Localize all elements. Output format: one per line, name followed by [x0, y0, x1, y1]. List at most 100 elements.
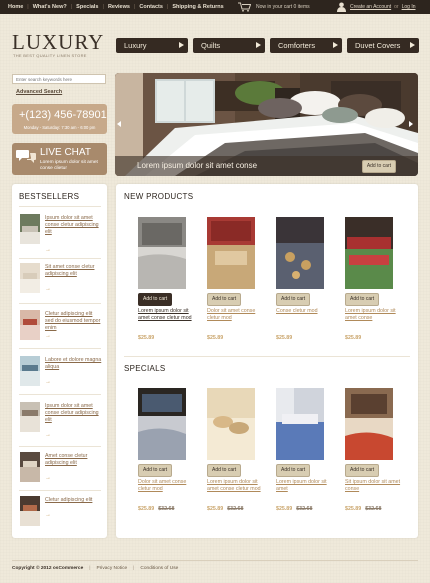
- product-image[interactable]: [345, 388, 393, 460]
- product-name-link[interactable]: Lorem ipsum dolor sit amet conse cletur …: [207, 479, 263, 493]
- bestseller-item[interactable]: Ipsum dolor sit amet conse cletur adipis…: [20, 214, 102, 262]
- chevron-right-icon: [333, 42, 338, 48]
- bestseller-name[interactable]: Ipsum dolor sit amet conse cletur adipis…: [45, 215, 102, 236]
- bestseller-item[interactable]: Ipsum dolor sit amet conse cletur adipis…: [20, 402, 102, 450]
- product-thumbnail[interactable]: [20, 496, 40, 526]
- arrow-right-icon[interactable]: →: [45, 475, 51, 481]
- product-thumbnail[interactable]: [20, 310, 40, 340]
- product-image[interactable]: [345, 217, 393, 289]
- product-price: $25.89: [207, 335, 224, 341]
- product-name-link[interactable]: Conse cletur mod: [276, 308, 332, 315]
- conditions-of-use-link[interactable]: Conditions of Use: [140, 566, 178, 571]
- cart-summary[interactable]: Now in your cart 0 items: [238, 2, 310, 12]
- create-account-link[interactable]: Create an Account: [350, 4, 391, 10]
- old-price: $32.68: [365, 506, 382, 512]
- nav-contacts-link[interactable]: Contacts: [139, 4, 163, 10]
- product-name-link[interactable]: Dolor sit amet conse cletur mod: [207, 308, 263, 322]
- login-link[interactable]: Log In: [402, 4, 416, 10]
- product-image[interactable]: [276, 388, 324, 460]
- logo[interactable]: LUXURY: [12, 32, 104, 53]
- arrow-right-icon[interactable]: →: [45, 286, 51, 292]
- main-content-panel: NEW PRODUCTS Add to cart Lorem ipsum dol…: [116, 184, 418, 538]
- phone-number: +(123) 456-78901: [19, 109, 107, 121]
- bestseller-name[interactable]: Labore et dolore magna aliqua: [45, 357, 102, 371]
- divider: [19, 394, 101, 395]
- footer-separator: |: [133, 566, 135, 571]
- nav-separator: |: [27, 4, 29, 10]
- product-image[interactable]: [207, 217, 255, 289]
- product-name-link[interactable]: Lorem ipsum dolor sit amet: [276, 479, 332, 493]
- arrow-right-icon[interactable]: →: [45, 247, 51, 253]
- nav-specials-link[interactable]: Specials: [76, 4, 98, 10]
- product-price: $25.89: [276, 335, 293, 341]
- add-to-cart-button[interactable]: Add to cart: [138, 293, 173, 306]
- bestseller-name[interactable]: Cletur adipiscing elit: [45, 497, 102, 504]
- add-to-cart-button[interactable]: Add to cart: [276, 293, 311, 306]
- cart-status-text: Now in your cart 0 items: [256, 4, 310, 10]
- nav-comforters-button[interactable]: Comforters: [270, 38, 342, 53]
- add-to-cart-button[interactable]: Add to cart: [207, 293, 242, 306]
- bestseller-name[interactable]: Sit amet conse cletur adipiscing elit: [45, 264, 102, 278]
- search-input[interactable]: [13, 75, 105, 83]
- arrow-right-icon[interactable]: →: [45, 432, 51, 438]
- privacy-notice-link[interactable]: Privacy Notice: [97, 566, 128, 571]
- product-image[interactable]: [138, 217, 186, 289]
- slider-caption-bar: Lorem ipsum dolor sit amet conse Add to …: [115, 156, 418, 176]
- nav-reviews-link[interactable]: Reviews: [108, 4, 130, 10]
- arrow-right-icon[interactable]: →: [45, 512, 51, 518]
- bestseller-name[interactable]: Amet conse cletur adipiscing elit: [45, 453, 102, 467]
- nav-duvet-covers-button[interactable]: Duvet Covers: [347, 38, 419, 53]
- slider-add-to-cart-button[interactable]: Add to cart: [361, 160, 396, 173]
- hero-slider[interactable]: Lorem ipsum dolor sit amet conse Add to …: [115, 73, 418, 176]
- divider: [19, 348, 101, 349]
- arrow-right-icon[interactable]: →: [45, 333, 51, 339]
- add-to-cart-button[interactable]: Add to cart: [345, 293, 380, 306]
- bestsellers-panel: BESTSELLERS Ipsum dolor sit amet conse c…: [12, 184, 107, 538]
- chevron-right-icon: [256, 42, 261, 48]
- add-to-cart-button[interactable]: Add to cart: [207, 464, 242, 477]
- divider: [19, 490, 101, 491]
- footer-separator: |: [89, 566, 91, 571]
- advanced-search-link[interactable]: Advanced Search: [16, 89, 62, 95]
- old-price: $32.68: [158, 506, 175, 512]
- nav-quilts-button[interactable]: Quilts: [193, 38, 265, 53]
- product-name-link[interactable]: Lorem ipsum dolor sit amet conse: [345, 308, 401, 322]
- product-thumbnail[interactable]: [20, 402, 40, 432]
- product-name-link[interactable]: Lorem ipsum dolor sit amet conse cletur …: [138, 308, 194, 322]
- nav-luxury-button[interactable]: Luxury: [116, 38, 188, 53]
- phone-box: +(123) 456-78901 Monday - Saturday: 7:30…: [12, 104, 107, 134]
- product-thumbnail[interactable]: [20, 356, 40, 386]
- nav-whats-new-link[interactable]: What's New?: [33, 4, 67, 10]
- bestseller-item[interactable]: Amet conse cletur adipiscing elit →: [20, 452, 102, 500]
- nav-luxury-label: Luxury: [124, 41, 147, 50]
- nav-shipping-link[interactable]: Shipping & Returns: [172, 4, 223, 10]
- nav-separator: |: [133, 4, 136, 10]
- product-image[interactable]: [207, 388, 255, 460]
- bestseller-name[interactable]: Cletur adipiscing elit sed do eiusmod te…: [45, 311, 102, 332]
- bestseller-name[interactable]: Ipsum dolor sit amet conse cletur adipis…: [45, 403, 102, 424]
- product-name-link[interactable]: Dolor sit amet conse cletur mod: [138, 479, 194, 493]
- nav-comforters-label: Comforters: [278, 41, 316, 50]
- top-navigation: Home | What's New? | Specials | Reviews | Co…: [8, 0, 224, 14]
- live-chat-button[interactable]: LIVE CHAT Lorem ipsum dolor sit amet con…: [12, 143, 107, 175]
- add-to-cart-button[interactable]: Add to cart: [276, 464, 311, 477]
- slider-prev-arrow-icon[interactable]: [117, 121, 121, 127]
- product-thumbnail[interactable]: [20, 263, 40, 293]
- bestseller-item[interactable]: Cletur adipiscing elit →: [20, 496, 102, 544]
- product-name-link[interactable]: Sit ipsum dolor sit amet conse: [345, 479, 401, 493]
- product-price: $25.89: [345, 335, 362, 341]
- product-image[interactable]: [276, 217, 324, 289]
- product-thumbnail[interactable]: [20, 452, 40, 482]
- business-hours: Monday - Saturday: 7:30 am - 6:00 pm: [23, 125, 96, 130]
- slider-next-arrow-icon[interactable]: [409, 121, 413, 127]
- copyright-text: Copyright © 2012 osCommerce: [12, 566, 84, 571]
- arrow-right-icon[interactable]: →: [45, 379, 51, 385]
- product-image[interactable]: [138, 388, 186, 460]
- product-thumbnail[interactable]: [20, 214, 40, 244]
- search-box: [12, 74, 106, 84]
- add-to-cart-button[interactable]: Add to cart: [345, 464, 380, 477]
- bestseller-item[interactable]: Cletur adipiscing elit sed do eiusmod te…: [20, 310, 102, 358]
- bestseller-item[interactable]: Labore et dolore magna aliqua →: [20, 356, 102, 404]
- add-to-cart-button[interactable]: Add to cart: [138, 464, 173, 477]
- nav-home-link[interactable]: Home: [8, 4, 23, 10]
